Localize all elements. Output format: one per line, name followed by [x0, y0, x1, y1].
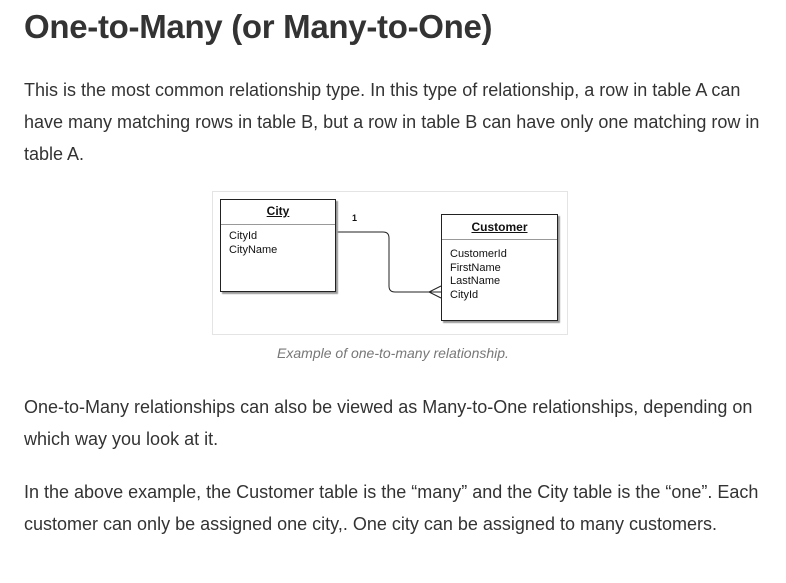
many-to-one-paragraph: One-to-Many relationships can also be vi…	[24, 397, 753, 449]
figure-caption: Example of one-to-many relationship.	[277, 345, 509, 361]
customer-field-cityid: CityId	[450, 288, 479, 301]
customer-table-fields: CustomerId FirstName LastName CityId	[442, 240, 557, 302]
customer-field-customerid: CustomerId	[450, 248, 507, 260]
customer-field-firstname: FirstName	[450, 261, 501, 274]
customer-table: Customer CustomerId FirstName LastName C…	[441, 214, 558, 321]
customer-table-title: Customer	[442, 215, 557, 240]
customer-field-lastname: LastName	[450, 275, 501, 287]
intro-paragraph: This is the most common relationship typ…	[24, 80, 760, 164]
er-diagram-figure: 1 City CityId CityName Customer Customer…	[212, 191, 568, 335]
city-table-title: City	[221, 200, 335, 225]
page-heading: One-to-Many (or Many-to-One)	[24, 8, 493, 45]
city-table: City CityId CityName	[220, 199, 336, 292]
one-cardinality-label: 1	[352, 213, 358, 223]
city-field-cityid: CityId	[229, 230, 258, 242]
city-table-fields: CityId CityName	[221, 225, 335, 257]
example-paragraph: In the above example, the Customer table…	[24, 482, 759, 534]
relationship-line	[334, 231, 441, 293]
city-field-cityname: CityName	[229, 243, 278, 256]
